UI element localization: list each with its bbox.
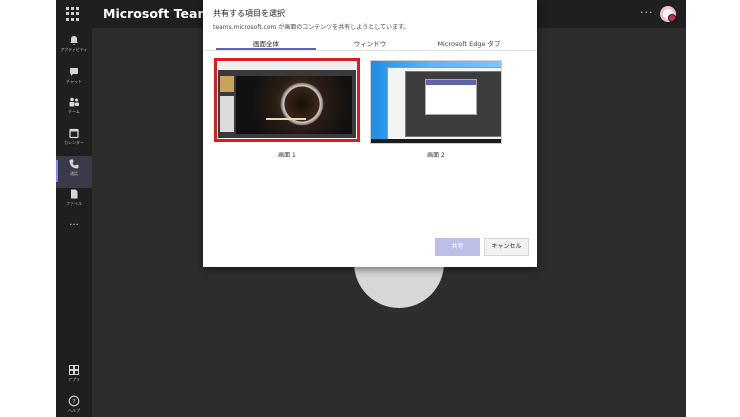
share-button[interactable]: 共有	[435, 238, 480, 256]
calendar-icon	[68, 127, 80, 139]
file-icon	[68, 188, 80, 200]
apps-icon	[68, 364, 80, 376]
app-title: Microsoft Teams	[103, 6, 218, 21]
tab-entire-screen[interactable]: 画面全体	[216, 38, 316, 48]
rail-label: チャット	[66, 79, 82, 84]
screen-2-thumbnail[interactable]	[370, 60, 502, 144]
rail-label: アプリ	[68, 377, 80, 382]
rail-label: カレンダー	[64, 140, 84, 145]
dialog-title: 共有する項目を選択	[213, 9, 285, 18]
phone-icon	[68, 158, 80, 170]
bell-icon	[68, 34, 80, 46]
chat-icon	[68, 66, 80, 78]
status-dot-icon	[668, 14, 676, 22]
rail-label: ファイル	[66, 201, 82, 206]
more-apps-icon[interactable]: ···	[56, 220, 92, 231]
help-icon: ?	[68, 395, 80, 407]
screen-2-label: 画面 2	[427, 152, 445, 159]
app-launcher-icon[interactable]	[66, 7, 80, 21]
cancel-button[interactable]: キャンセル	[484, 238, 529, 256]
tab-divider	[203, 50, 537, 51]
more-options-icon[interactable]: ···	[640, 6, 654, 19]
screen-1-label: 画面 1	[278, 152, 296, 159]
tab-edge-tab[interactable]: Microsoft Edge タブ	[419, 38, 519, 48]
rail-item-calls[interactable]: 通話	[56, 156, 92, 188]
dialog-description: teams.microsoft.com が画面のコンテンツを共有しようとしていま…	[213, 24, 410, 31]
rail-label: ヘルプ	[68, 408, 80, 413]
screen-1-thumbnail[interactable]	[214, 58, 360, 142]
rail-item-activity[interactable]: アクティビティ	[56, 32, 92, 64]
rail-item-help[interactable]: ? ヘルプ	[56, 393, 92, 417]
rail-label: チーム	[68, 109, 80, 114]
rail-label: アクティビティ	[60, 47, 88, 52]
share-picker-dialog: 共有する項目を選択 teams.microsoft.com が画面のコンテンツを…	[203, 0, 537, 267]
svg-text:?: ?	[72, 397, 75, 405]
rail-item-files[interactable]: ファイル	[56, 186, 92, 218]
rail-item-teams[interactable]: チーム	[56, 94, 92, 126]
teams-icon	[68, 96, 80, 108]
tab-window[interactable]: ウィンドウ	[320, 38, 420, 48]
rail-item-calendar[interactable]: カレンダー	[56, 125, 92, 157]
rail-item-apps[interactable]: アプリ	[56, 362, 92, 394]
rail-item-chat[interactable]: チャット	[56, 64, 92, 96]
avatar[interactable]	[660, 6, 676, 22]
app-rail: アクティビティ チャット チーム カレンダー 通話 ファイル ··· アプリ ?…	[56, 28, 92, 417]
coffee-slide-image	[236, 76, 352, 134]
rail-label: 通話	[70, 171, 78, 176]
